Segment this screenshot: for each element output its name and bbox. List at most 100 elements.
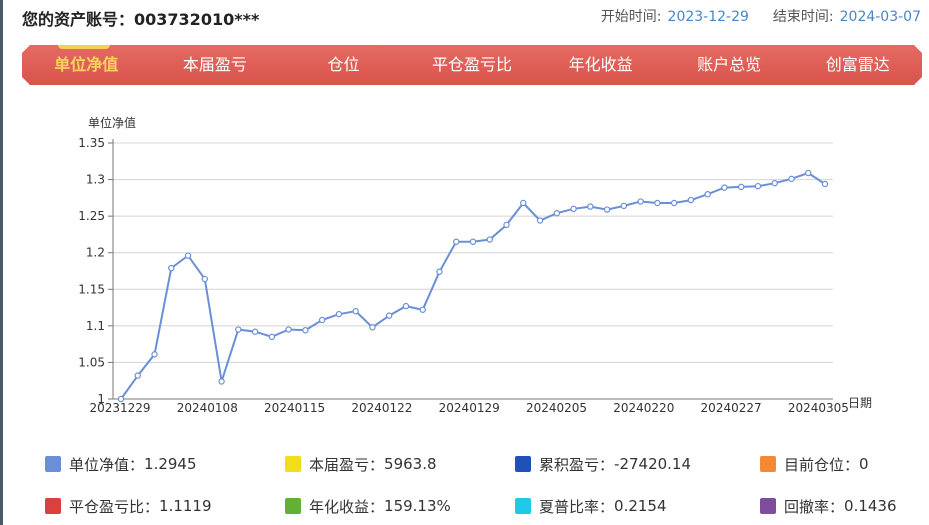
x-tick-label: 20240227 <box>701 401 762 415</box>
legend-value: 159.13% <box>384 497 451 515</box>
account-info: 您的资产账号：003732010*** <box>22 6 259 30</box>
data-point <box>737 183 745 191</box>
legend-cumulative-pnl: 累积盈亏： -27420.14 <box>515 454 760 474</box>
data-point <box>117 395 125 403</box>
legend-drawdown: 回撤率： 0.1436 <box>760 496 925 516</box>
start-label: 开始时间: <box>600 9 662 25</box>
legend-value: -27420.14 <box>614 455 692 473</box>
data-point <box>352 308 359 315</box>
swatch <box>515 498 531 514</box>
end-label: 结束时间: <box>772 9 834 25</box>
data-point <box>687 196 695 204</box>
x-axis-label: 日期 <box>848 396 872 410</box>
legend-unit-nav: 单位净值： 1.2945 <box>45 454 285 474</box>
end-date: 2024-03-07 <box>839 9 921 25</box>
legend-label: 回撤率 <box>784 497 830 516</box>
swatch <box>515 456 531 472</box>
data-point <box>788 175 795 183</box>
active-tab-indicator <box>58 45 110 49</box>
stats-legend: 单位净值： 1.2945 本届盈亏： 5963.8 累积盈亏： -27420.14 目… <box>45 454 925 516</box>
data-point <box>302 327 309 334</box>
data-point <box>402 302 410 310</box>
axes: 11.051.11.151.21.251.31.3520231229 202401… <box>78 136 849 415</box>
data-point <box>520 199 527 207</box>
tab-position[interactable]: 仓位 <box>279 45 408 85</box>
legend-label: 平仓盈亏比 <box>69 497 145 516</box>
legend-current-position: 目前仓位： 0 <box>760 454 925 474</box>
x-tick-label: 20240129 <box>439 401 500 415</box>
legend-label: 夏普比率 <box>539 497 600 516</box>
data-point <box>235 326 242 333</box>
y-tick-label: 1.15 <box>78 282 105 296</box>
nav-line-chart: 11.051.11.151.21.251.31.3520231229 202401… <box>78 115 872 415</box>
legend-value: 0.1436 <box>844 497 897 515</box>
legend-value: 5963.8 <box>384 455 437 473</box>
date-range: 开始时间: 2023-12-29 结束时间: 2024-03-07 <box>601 6 921 26</box>
data-point <box>603 206 611 213</box>
y-tick-label: 1.1 <box>86 319 105 333</box>
y-tick-label: 1.3 <box>86 173 105 187</box>
data-point <box>754 182 762 190</box>
legend-value: 1.1119 <box>159 497 212 515</box>
data-point <box>369 324 376 331</box>
tab-wealth-radar[interactable]: 创富雷达 <box>793 45 922 85</box>
legend-sharpe: 夏普比率： 0.2154 <box>515 496 760 516</box>
data-point <box>704 190 711 198</box>
swatch <box>760 498 776 514</box>
data-point <box>453 238 460 245</box>
tab-annual-return[interactable]: 年化收益 <box>536 45 665 85</box>
x-tick-label: 20240205 <box>526 401 587 415</box>
x-tick-label: 20240305 <box>788 401 849 415</box>
legend-value: 1.2945 <box>144 455 197 473</box>
tab-bar: 单位净值 本届盈亏 仓位 平仓盈亏比 年化收益 账户总览 创富雷达 <box>22 45 922 85</box>
data-point <box>168 264 175 272</box>
data-point <box>587 203 594 210</box>
series-polyline <box>120 171 826 400</box>
data-point <box>654 199 661 207</box>
data-point <box>570 205 577 213</box>
data-point <box>436 268 443 275</box>
data-point <box>486 236 493 243</box>
data-point <box>285 326 292 333</box>
data-point <box>503 221 510 229</box>
legend-value: 0 <box>859 455 869 473</box>
start-date: 2023-12-29 <box>667 9 749 25</box>
swatch <box>45 498 61 514</box>
data-point <box>218 378 225 385</box>
swatch <box>285 498 301 514</box>
legend-label: 本届盈亏 <box>309 455 370 474</box>
x-tick-label: 20240220 <box>613 401 674 415</box>
account-label: 您的资产账号： <box>22 10 135 29</box>
data-point <box>251 328 259 335</box>
x-tick-label: 20240115 <box>264 401 325 415</box>
series-line <box>120 171 826 400</box>
tab-account-overview[interactable]: 账户总览 <box>665 45 794 85</box>
tab-unit-nav[interactable]: 单位净值 <box>22 45 151 85</box>
y-tick-label: 1.25 <box>78 209 105 223</box>
x-tick-label: 20231229 <box>89 401 150 415</box>
data-point <box>335 310 343 318</box>
account-number: 003732010*** <box>134 10 260 29</box>
data-point <box>821 180 829 188</box>
legend-label: 目前仓位 <box>784 455 845 474</box>
swatch <box>285 456 301 472</box>
x-tick-label: 20240108 <box>177 401 238 415</box>
swatch <box>45 456 61 472</box>
tab-close-pnl-ratio[interactable]: 平仓盈亏比 <box>408 45 537 85</box>
y-tick-label: 1.35 <box>78 136 105 150</box>
data-point <box>721 184 728 191</box>
data-point <box>419 306 426 313</box>
data-point <box>620 202 628 210</box>
legend-label: 年化收益 <box>309 497 370 516</box>
data-point <box>670 199 678 207</box>
data-point <box>151 351 158 358</box>
data-point <box>536 217 544 224</box>
series-points <box>117 169 829 403</box>
data-point <box>805 169 812 177</box>
data-point <box>385 312 393 319</box>
data-point <box>268 333 276 341</box>
data-point <box>318 316 326 324</box>
tab-period-pnl[interactable]: 本届盈亏 <box>151 45 280 85</box>
y-axis-label: 单位净值 <box>88 115 136 130</box>
data-point <box>771 180 778 187</box>
